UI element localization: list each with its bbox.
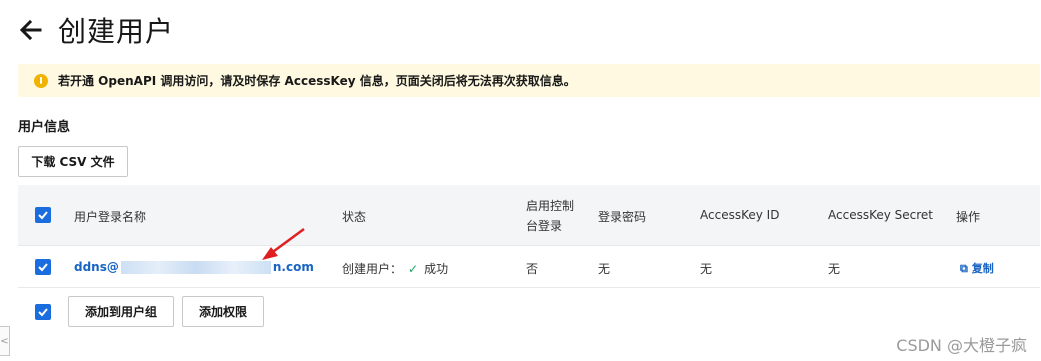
select-all-checkbox[interactable] <box>35 207 51 223</box>
header-action: 操作 <box>956 210 981 224</box>
watermark: CSDN @大橙子疯 <box>896 336 1027 355</box>
add-to-group-button[interactable]: 添加到用户组 <box>68 296 174 327</box>
download-csv-button[interactable]: 下载 CSV 文件 <box>18 146 128 177</box>
copy-icon: ⧉ <box>960 262 968 275</box>
header-login-name: 用户登录名称 <box>74 210 147 224</box>
access-key-id-value: 无 <box>700 262 713 276</box>
bulk-select-checkbox[interactable] <box>35 304 51 320</box>
status-cell: 创建用户： ✓ 成功 <box>342 260 448 277</box>
notice-text: 若开通 OpenAPI 调用访问，请及时保存 AccessKey 信息，页面关闭… <box>58 74 576 88</box>
status-label: 创建用户： <box>342 262 403 276</box>
header-password: 登录密码 <box>598 210 647 224</box>
table-row: ddns@ n.com 创建用户： ✓ 成功 否 无 无 无 ⧉ 复制 <box>18 246 1040 288</box>
row-checkbox[interactable] <box>35 259 51 275</box>
warning-icon <box>34 73 48 88</box>
add-permission-button[interactable]: 添加权限 <box>182 296 264 327</box>
checkmark-icon <box>38 308 48 317</box>
side-collapse-tab[interactable]: < <box>0 326 10 356</box>
status-value: 成功 <box>424 262 449 276</box>
header-access-key-id: AccessKey ID <box>700 208 780 222</box>
checkmark-icon <box>38 211 48 220</box>
checkmark-icon <box>38 263 48 272</box>
user-table: 用户登录名称 状态 启用控制台登录 登录密码 AccessKey ID Acce… <box>18 185 1040 288</box>
page-title: 创建用户 <box>58 15 175 48</box>
copy-button[interactable]: ⧉ 复制 <box>960 260 994 276</box>
annotation-arrow-icon <box>262 227 305 260</box>
header-console-login: 启用控制台登录 <box>526 199 575 233</box>
login-prefix: ddns@ <box>74 260 119 274</box>
notice-banner: 若开通 OpenAPI 调用访问，请及时保存 AccessKey 信息，页面关闭… <box>18 64 1040 97</box>
page-header: 创建用户 <box>18 10 174 50</box>
table-header-row: 用户登录名称 状态 启用控制台登录 登录密码 AccessKey ID Acce… <box>18 185 1040 246</box>
section-title: 用户信息 <box>18 120 71 135</box>
access-key-secret-value: 无 <box>828 262 841 276</box>
copy-label: 复制 <box>971 262 994 275</box>
arrow-left-icon[interactable] <box>18 17 44 43</box>
success-check-icon: ✓ <box>408 262 419 276</box>
header-access-key-secret: AccessKey Secret <box>828 208 934 222</box>
header-status: 状态 <box>342 210 367 224</box>
console-login-value: 否 <box>526 262 539 276</box>
password-value: 无 <box>598 262 611 276</box>
redacted-area <box>120 261 271 274</box>
